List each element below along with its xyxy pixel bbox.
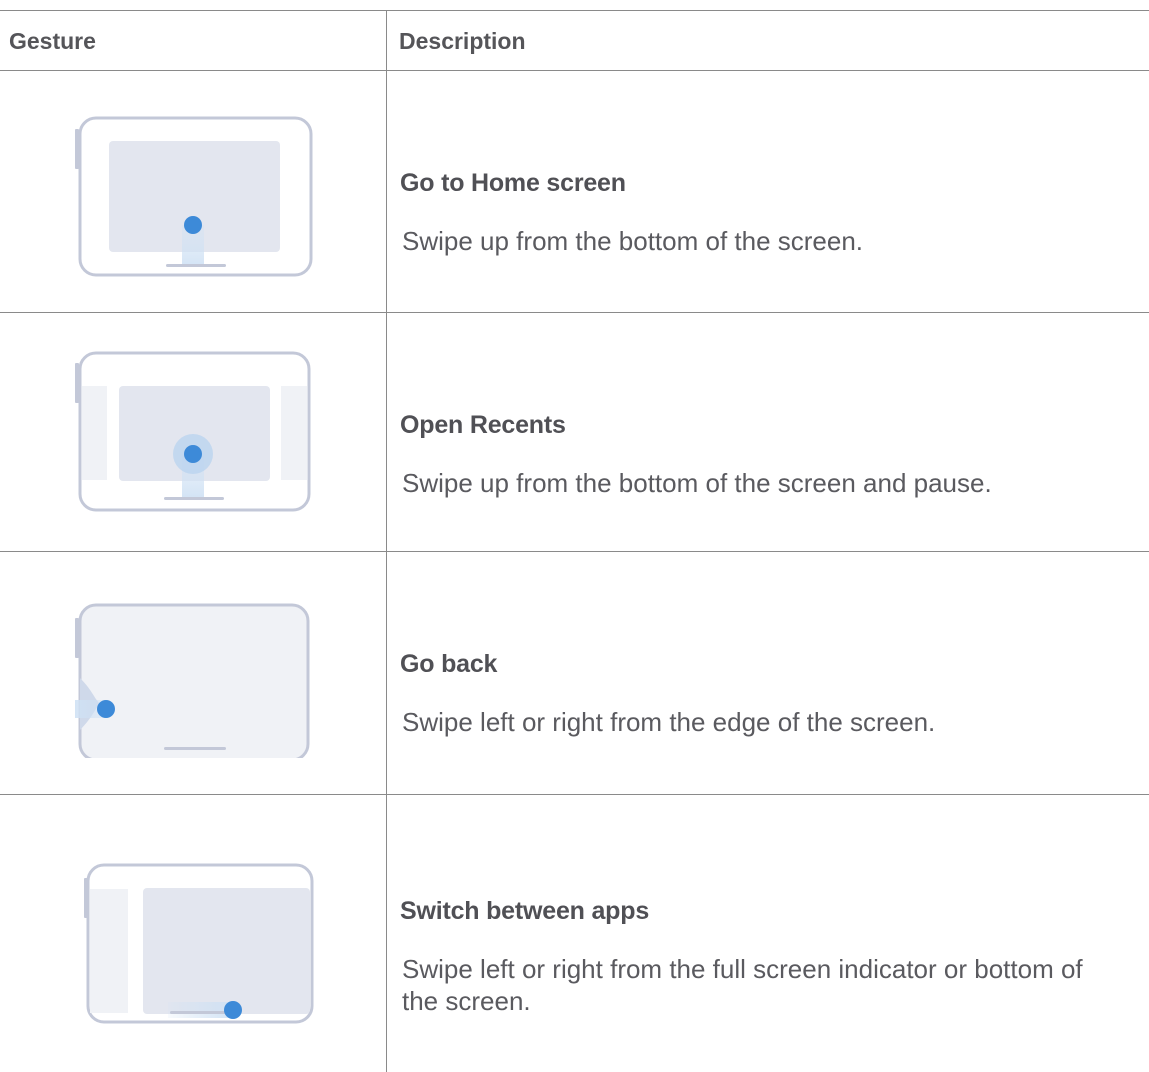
table-row: Go back Swipe left or right from the edg… <box>0 552 1149 794</box>
gesture-title: Switch between apps <box>400 897 650 925</box>
gesture-description: Swipe up from the bottom of the screen. <box>402 226 864 256</box>
gesture-description: Swipe left or right from the full screen… <box>402 954 1083 1016</box>
swipe-up-pause-recents-icon <box>70 343 320 519</box>
table-row: Go to Home screen Swipe up from the bott… <box>0 71 1149 312</box>
gesture-description: Swipe left or right from the edge of the… <box>402 707 936 737</box>
gesture-title: Go to Home screen <box>400 169 626 197</box>
swipe-switch-apps-icon <box>70 833 320 1033</box>
table-row: Switch between apps Swipe left or right … <box>0 795 1149 1072</box>
gesture-title: Open Recents <box>400 411 566 439</box>
gesture-description: Swipe up from the bottom of the screen a… <box>402 468 992 498</box>
swipe-up-home-icon <box>70 101 320 277</box>
header-description: Description <box>399 28 526 54</box>
gesture-title: Go back <box>400 650 498 678</box>
header-gesture: Gesture <box>9 28 96 54</box>
table-row: Open Recents Swipe up from the bottom of… <box>0 313 1149 551</box>
swipe-edge-back-icon <box>70 582 320 758</box>
table-top-border <box>0 10 1149 11</box>
gesture-table: Gesture Description Go to Home screen Sw… <box>0 10 1149 1072</box>
